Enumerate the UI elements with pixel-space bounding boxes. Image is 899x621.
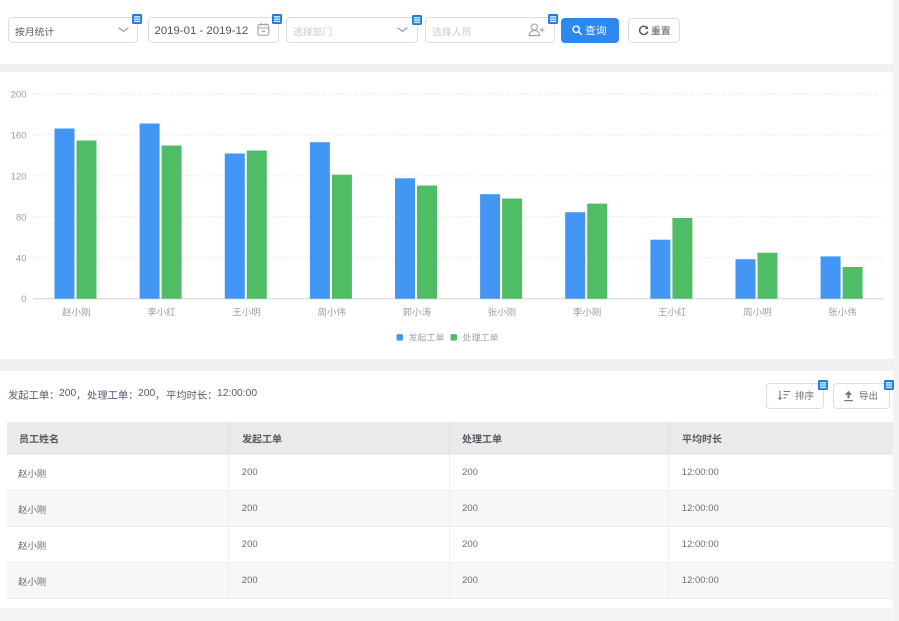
svg-text:200: 200 <box>11 90 27 101</box>
svg-text:160: 160 <box>11 130 27 141</box>
svg-text:0: 0 <box>21 294 26 305</box>
svg-text:80: 80 <box>16 212 27 223</box>
svg-text:120: 120 <box>11 171 27 182</box>
svg-text:40: 40 <box>16 253 27 264</box>
